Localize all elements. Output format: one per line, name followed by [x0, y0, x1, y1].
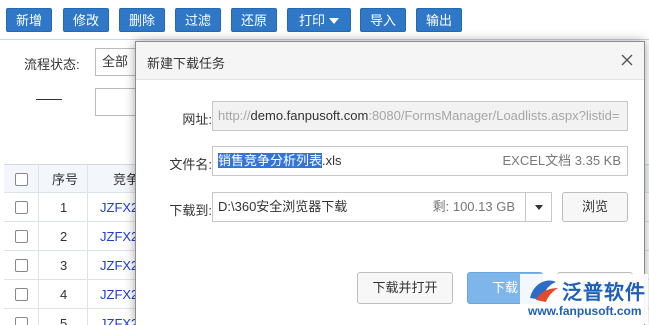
range-separator	[36, 99, 62, 100]
filename-extension: .xls	[322, 153, 342, 168]
dialog-title: 新建下载任务	[147, 56, 226, 71]
toolbar: 新增 修改 删除 过滤 还原 打印 导入 输出	[0, 0, 649, 40]
edit-button-label: 修改	[72, 13, 99, 28]
dialog-title-bar[interactable]: 新建下载任务	[136, 42, 644, 80]
browse-button-label: 浏览	[581, 199, 608, 214]
brand-watermark: 泛普软件 www.fanpusoft.com	[520, 274, 648, 324]
add-button-label: 新增	[15, 13, 42, 28]
url-host: demo.fanpusoft.com	[250, 108, 369, 123]
download-and-open-label: 下载并打开	[372, 280, 438, 295]
row-seq: 5	[60, 316, 68, 325]
browse-button[interactable]: 浏览	[562, 192, 628, 222]
delete-button-label: 删除	[128, 13, 155, 28]
url-label: 网址:	[182, 112, 212, 127]
close-icon[interactable]	[618, 51, 636, 69]
filename-label: 文件名:	[169, 157, 212, 172]
row-code-link[interactable]: JZFX2	[100, 280, 138, 309]
edit-button[interactable]: 修改	[63, 8, 109, 32]
filename-selected-text: 销售竞争分析列表	[218, 153, 323, 168]
delete-button[interactable]: 删除	[119, 8, 165, 32]
row-code-link[interactable]: JZFX2	[100, 222, 138, 251]
file-info: EXCEL文档 3.35 KB	[502, 153, 622, 168]
url-rest: :8080/FormsManager/Loadlists.aspx?listid…	[368, 108, 620, 123]
download-button-label: 下载	[491, 280, 518, 295]
import-button[interactable]: 导入	[360, 8, 406, 32]
path-dropdown-button[interactable]	[525, 193, 551, 221]
brand-url: www.fanpusoft.com	[528, 304, 642, 318]
add-button[interactable]: 新增	[6, 8, 52, 32]
print-button[interactable]: 打印	[287, 8, 351, 32]
filter-button[interactable]: 过滤	[175, 8, 221, 32]
export-button[interactable]: 输出	[416, 8, 462, 32]
filter-button-label: 过滤	[184, 13, 211, 28]
brand-name: 泛普软件	[562, 280, 646, 304]
row-checkbox[interactable]	[15, 201, 28, 214]
row-seq: 1	[60, 200, 68, 215]
row-seq: 3	[60, 258, 68, 273]
free-space: 剩: 100.13 GB	[432, 199, 515, 214]
row-checkbox[interactable]	[15, 230, 28, 243]
row-code-link[interactable]: JZFX2	[100, 309, 138, 325]
row-seq: 4	[60, 287, 68, 302]
brand-logo-icon	[530, 280, 558, 302]
row-checkbox[interactable]	[15, 288, 28, 301]
caret-down-icon	[329, 18, 339, 24]
url-field[interactable]: http://demo.fanpusoft.com:8080/FormsMana…	[212, 101, 628, 131]
download-path: D:\360安全浏览器下载	[218, 199, 348, 214]
filename-input[interactable]: 销售竞争分析列表.xls EXCEL文档 3.35 KB	[212, 146, 628, 176]
status-filter-label: 流程状态:	[24, 57, 80, 72]
restore-button-label: 还原	[240, 13, 267, 28]
import-button-label: 导入	[369, 13, 396, 28]
row-code-link[interactable]: JZFX2	[100, 251, 138, 280]
header-seq: 序号	[52, 172, 79, 187]
row-seq: 2	[60, 229, 68, 244]
status-filter-value: 全部	[102, 54, 129, 69]
url-prefix: http://	[218, 108, 251, 123]
export-button-label: 输出	[425, 13, 452, 28]
row-code-link[interactable]: JZFX2	[100, 193, 138, 222]
caret-down-icon	[535, 205, 543, 210]
print-button-label: 打印	[298, 13, 325, 28]
select-all-checkbox[interactable]	[15, 173, 28, 186]
restore-button[interactable]: 还原	[231, 8, 277, 32]
row-checkbox[interactable]	[15, 317, 28, 325]
download-path-select[interactable]: D:\360安全浏览器下载 剩: 100.13 GB	[212, 192, 552, 222]
download-to-label: 下载到:	[169, 203, 212, 218]
row-checkbox[interactable]	[15, 259, 28, 272]
download-and-open-button[interactable]: 下载并打开	[357, 272, 453, 304]
